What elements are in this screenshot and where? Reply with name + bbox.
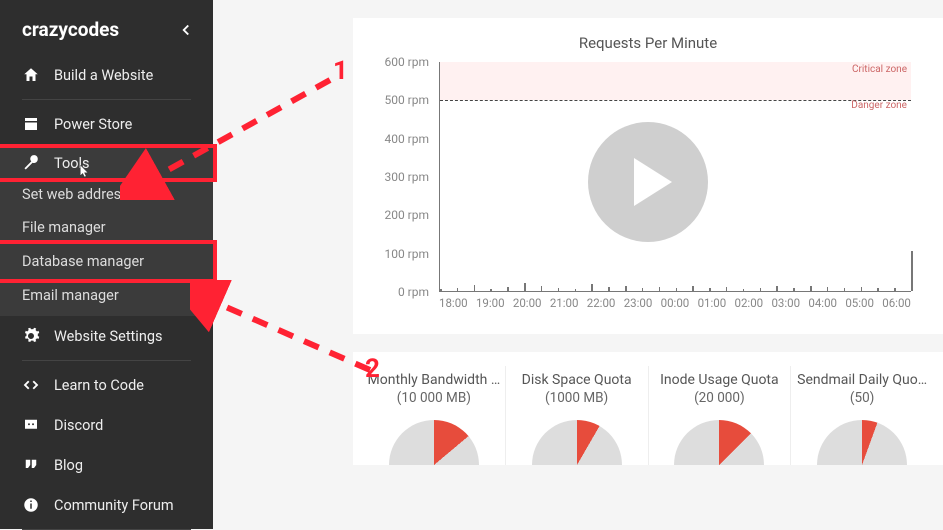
xtick: 04:00 bbox=[808, 296, 837, 316]
chart-y-axis: 600 rpm 500 rpm 400 rpm 300 rpm 200 rpm … bbox=[375, 62, 435, 292]
xtick: 00:00 bbox=[661, 296, 690, 316]
divider bbox=[22, 99, 191, 100]
tools-expanded-block: Tools Set web address File manager Datab… bbox=[0, 144, 213, 316]
sidebar-item-label: Blog bbox=[54, 457, 83, 474]
chart-x-axis: 18:00 19:00 20:00 21:00 22:00 23:00 00:0… bbox=[439, 296, 911, 316]
xtick: 03:00 bbox=[771, 296, 800, 316]
sidebar-item-label: Learn to Code bbox=[54, 377, 144, 394]
main-content: Requests Per Minute 600 rpm 500 rpm 400 … bbox=[213, 0, 943, 529]
quota-title: Inode Usage Quota bbox=[653, 372, 787, 388]
chart-panel: Requests Per Minute 600 rpm 500 rpm 400 … bbox=[353, 18, 943, 334]
sidebar-item-learn[interactable]: Learn to Code bbox=[0, 365, 213, 405]
xtick: 05:00 bbox=[845, 296, 874, 316]
play-icon bbox=[634, 158, 672, 206]
sidebar-sub-file-manager[interactable]: File manager bbox=[0, 211, 213, 244]
donut-chart bbox=[674, 420, 764, 465]
sidebar-sub-email-manager[interactable]: Email manager bbox=[0, 279, 213, 312]
store-icon bbox=[22, 115, 40, 133]
ytick: 0 rpm bbox=[398, 285, 429, 299]
info-icon bbox=[22, 496, 40, 514]
sidebar-item-label: Website Settings bbox=[54, 328, 162, 345]
xtick: 02:00 bbox=[735, 296, 764, 316]
donut-chart bbox=[389, 420, 479, 465]
xtick: 23:00 bbox=[624, 296, 653, 316]
sidebar-item-settings[interactable]: Website Settings bbox=[0, 316, 213, 356]
play-button[interactable] bbox=[588, 122, 708, 242]
donut-chart bbox=[817, 420, 907, 465]
app-layout: crazycodes Build a Website Power Store bbox=[0, 0, 943, 529]
quote-icon bbox=[22, 456, 40, 474]
sidebar-item-forum[interactable]: Community Forum bbox=[0, 485, 213, 525]
quota-title: Sendmail Daily Quo… bbox=[795, 372, 929, 388]
quota-sub: (1000 MB) bbox=[510, 390, 644, 406]
xtick: 06:00 bbox=[882, 296, 911, 316]
quota-card-bandwidth: Monthly Bandwidth … (10 000 MB) bbox=[363, 366, 506, 465]
sidebar-item-blog[interactable]: Blog bbox=[0, 445, 213, 485]
quota-sub: (20 000) bbox=[653, 390, 787, 406]
sidebar-item-build[interactable]: Build a Website bbox=[0, 55, 213, 95]
quota-sub: (10 000 MB) bbox=[367, 390, 501, 406]
sidebar-sub-set-web[interactable]: Set web address bbox=[0, 178, 213, 211]
home-icon bbox=[22, 66, 40, 84]
ytick: 200 rpm bbox=[384, 208, 429, 222]
sidebar-sub-database-manager[interactable]: Database manager bbox=[0, 244, 213, 279]
xtick: 18:00 bbox=[439, 296, 468, 316]
xtick: 20:00 bbox=[513, 296, 542, 316]
sidebar-header: crazycodes bbox=[0, 8, 213, 55]
xtick: 21:00 bbox=[550, 296, 579, 316]
sidebar-item-label: Build a Website bbox=[54, 67, 153, 84]
ytick: 100 rpm bbox=[384, 247, 429, 261]
gear-icon bbox=[22, 327, 40, 345]
cursor-icon bbox=[78, 162, 92, 180]
ytick: 600 rpm bbox=[384, 55, 429, 69]
ytick: 400 rpm bbox=[384, 132, 429, 146]
sidebar-item-label: Email manager bbox=[22, 287, 119, 304]
quota-title: Monthly Bandwidth … bbox=[367, 372, 501, 388]
sidebar-item-label: File manager bbox=[22, 219, 106, 236]
sidebar-item-label: Database manager bbox=[22, 253, 144, 270]
sidebar-item-power-store[interactable]: Power Store bbox=[0, 104, 213, 144]
quota-card-sendmail: Sendmail Daily Quo… (50) bbox=[791, 366, 933, 465]
sidebar-item-label: Community Forum bbox=[54, 497, 174, 514]
xtick: 01:00 bbox=[698, 296, 727, 316]
sidebar-item-label: Set web address bbox=[22, 186, 129, 203]
ytick: 300 rpm bbox=[384, 170, 429, 184]
sidebar-item-label: Discord bbox=[54, 417, 103, 434]
quota-title: Disk Space Quota bbox=[510, 372, 644, 388]
sidebar: crazycodes Build a Website Power Store bbox=[0, 0, 213, 529]
quota-card-disk: Disk Space Quota (1000 MB) bbox=[506, 366, 649, 465]
donut-chart bbox=[532, 420, 622, 465]
quota-sub: (50) bbox=[795, 390, 929, 406]
discord-icon bbox=[22, 416, 40, 434]
wrench-icon bbox=[22, 154, 40, 172]
sidebar-item-discord[interactable]: Discord bbox=[0, 405, 213, 445]
sidebar-item-label: Power Store bbox=[54, 116, 132, 133]
code-icon bbox=[22, 376, 40, 394]
chart-title: Requests Per Minute bbox=[375, 34, 921, 52]
divider bbox=[22, 360, 191, 361]
brand-title: crazycodes bbox=[22, 18, 119, 41]
quota-panel: Monthly Bandwidth … (10 000 MB) Disk Spa… bbox=[353, 352, 943, 465]
xtick: 22:00 bbox=[587, 296, 616, 316]
ytick: 500 rpm bbox=[384, 93, 429, 107]
quota-card-inode: Inode Usage Quota (20 000) bbox=[649, 366, 792, 465]
collapse-icon[interactable] bbox=[177, 21, 195, 39]
chart-area: 600 rpm 500 rpm 400 rpm 300 rpm 200 rpm … bbox=[375, 62, 921, 322]
xtick: 19:00 bbox=[476, 296, 505, 316]
sidebar-item-tools[interactable]: Tools bbox=[0, 148, 213, 178]
